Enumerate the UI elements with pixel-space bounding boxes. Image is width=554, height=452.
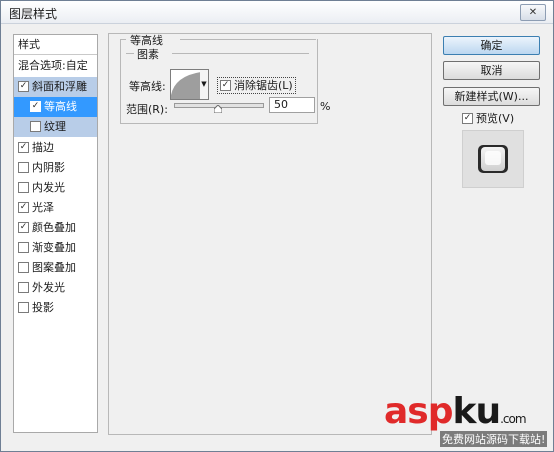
style-item-contour[interactable]: ✓ 等高线 (14, 97, 97, 117)
logo-suffix: .com (500, 412, 526, 426)
style-item-label: 斜面和浮雕 (32, 80, 87, 93)
antialias-checkbox[interactable]: ✓ 消除锯齿(L) (217, 77, 296, 94)
window-title: 图层样式 (9, 7, 58, 21)
style-item-gradient-overlay[interactable]: 渐变叠加 (14, 238, 97, 258)
checkbox-contour[interactable]: ✓ (30, 100, 41, 112)
style-preview (462, 130, 524, 188)
group-border (120, 39, 126, 40)
dropdown-arrow-icon: ▼ (201, 80, 207, 88)
checkbox-outer-glow[interactable] (18, 281, 29, 293)
checkbox-bevel-emboss[interactable]: ✓ (18, 80, 29, 92)
checkbox-pattern-overlay[interactable] (18, 261, 29, 273)
checkbox-texture[interactable] (30, 120, 41, 132)
checkbox-stroke[interactable]: ✓ (18, 141, 29, 153)
style-item-label: 图案叠加 (32, 261, 76, 274)
range-value-input[interactable]: 50 (269, 97, 315, 113)
checkbox-drop-shadow[interactable] (18, 301, 29, 313)
style-item-stroke[interactable]: ✓ 描边 (14, 138, 97, 158)
style-list-header: 样式 (14, 35, 97, 55)
preview-checkbox[interactable]: ✓ 预览(V) (462, 110, 514, 126)
range-slider-thumb[interactable] (214, 105, 222, 113)
style-item-pattern-overlay[interactable]: 图案叠加 (14, 258, 97, 278)
group-border (172, 53, 309, 54)
new-style-button[interactable]: 新建样式(W)... (443, 87, 540, 106)
style-list: 样式 混合选项:自定 ✓ 斜面和浮雕 ✓ 等高线 纹理 ✓ 描边 内阴影 内发光 ✓ 光… (13, 34, 98, 433)
style-item-label: 光泽 (32, 201, 54, 214)
logo-part-red: asp (384, 391, 453, 432)
style-item-label: 等高线 (44, 100, 77, 113)
watermark-tagline: 免费网站源码下载站! (440, 431, 548, 447)
style-item-label: 颜色叠加 (32, 221, 76, 234)
style-item-label: 描边 (32, 141, 54, 154)
style-item-color-overlay[interactable]: ✓ 颜色叠加 (14, 218, 97, 238)
antialias-check-icon[interactable]: ✓ (220, 79, 231, 91)
preview-label: 预览(V) (476, 112, 515, 125)
checkbox-inner-glow[interactable] (18, 181, 29, 193)
ok-button[interactable]: 确定 (443, 36, 540, 55)
style-item-satin[interactable]: ✓ 光泽 (14, 198, 97, 218)
antialias-label: 消除锯齿(L) (234, 79, 293, 92)
style-item-bevel-emboss[interactable]: ✓ 斜面和浮雕 (14, 77, 97, 97)
cancel-button[interactable]: 取消 (443, 61, 540, 80)
style-item-inner-shadow[interactable]: 内阴影 (14, 158, 97, 178)
title-bar: 图层样式 ✕ (1, 1, 553, 24)
style-item-label: 外发光 (32, 281, 65, 294)
style-item-outer-glow[interactable]: 外发光 (14, 278, 97, 298)
logo-part-dark: ku (452, 391, 502, 432)
style-item-label: 纹理 (44, 120, 66, 133)
close-button[interactable]: ✕ (520, 4, 546, 21)
preview-check-icon[interactable]: ✓ (462, 112, 473, 124)
checkbox-inner-shadow[interactable] (18, 161, 29, 173)
checkbox-color-overlay[interactable]: ✓ (18, 221, 29, 233)
group-border (126, 53, 134, 54)
close-icon: ✕ (528, 7, 538, 18)
preview-swatch-icon (478, 145, 508, 173)
style-item-label: 内阴影 (32, 161, 65, 174)
style-item-label: 渐变叠加 (32, 241, 76, 254)
range-label: 范围(R): (126, 103, 168, 116)
style-item-inner-glow[interactable]: 内发光 (14, 178, 97, 198)
elements-group-title: 图素 (137, 48, 159, 61)
contour-picker[interactable] (170, 69, 202, 100)
style-item-blending-options[interactable]: 混合选项:自定 (14, 56, 97, 76)
style-item-label: 内发光 (32, 181, 65, 194)
watermark: aspku.com 免费网站源码下载站! (384, 392, 554, 450)
checkbox-satin[interactable]: ✓ (18, 201, 29, 213)
contour-curve-icon (171, 72, 201, 99)
checkbox-gradient-overlay[interactable] (18, 241, 29, 253)
group-border (180, 39, 316, 40)
style-item-texture[interactable]: 纹理 (14, 117, 97, 137)
style-item-label: 投影 (32, 301, 54, 314)
contour-label: 等高线: (129, 80, 166, 93)
contour-dropdown-button[interactable]: ▼ (200, 69, 209, 100)
style-item-drop-shadow[interactable]: 投影 (14, 298, 97, 318)
range-unit: % (320, 100, 331, 113)
